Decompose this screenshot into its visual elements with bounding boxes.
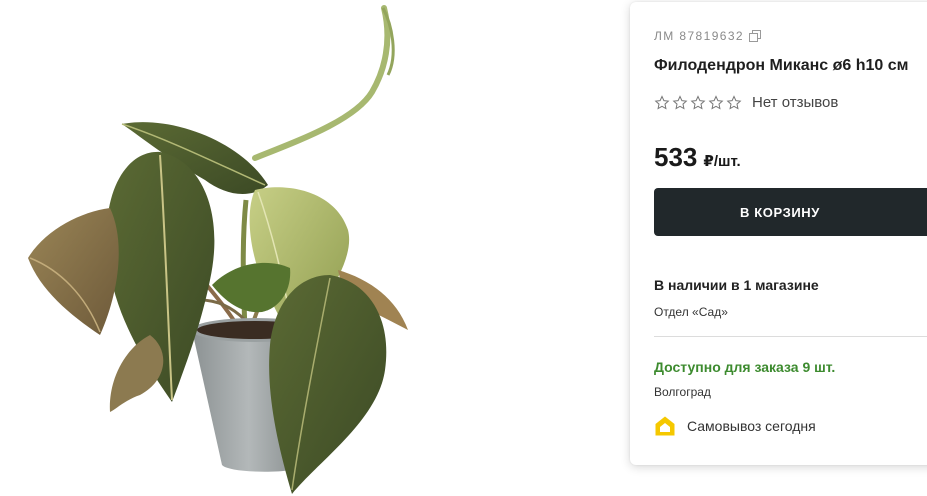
star-outline-icon bbox=[654, 94, 670, 111]
article-number: ЛМ 87819632 bbox=[654, 29, 761, 43]
order-city: Волгоград bbox=[654, 385, 711, 399]
order-availability: Доступно для заказа 9 шт. bbox=[654, 359, 836, 375]
price-value: 533 bbox=[654, 142, 698, 172]
product-image[interactable] bbox=[0, 0, 560, 496]
add-to-cart-button[interactable]: В КОРЗИНУ bbox=[654, 188, 927, 236]
rating[interactable]: Нет отзывов bbox=[654, 94, 838, 111]
star-outline-icon bbox=[690, 94, 706, 111]
star-outline-icon bbox=[726, 94, 742, 111]
pickup-label: Самовывоз сегодня bbox=[687, 418, 816, 434]
price: 533 ₽/шт. bbox=[654, 142, 741, 173]
product-card: ЛМ 87819632 Филодендрон Миканс ø6 h10 см bbox=[630, 2, 927, 465]
plant-illustration bbox=[28, 5, 408, 494]
product-title: Филодендрон Миканс ø6 h10 см bbox=[654, 57, 909, 74]
house-pickup-icon bbox=[654, 415, 676, 437]
divider bbox=[654, 336, 927, 337]
reviews-link[interactable]: Нет отзывов bbox=[752, 94, 838, 111]
star-outline-icon bbox=[708, 94, 724, 111]
star-outline-icon bbox=[672, 94, 688, 111]
article-text: ЛМ 87819632 bbox=[654, 29, 744, 43]
stock-department: Отдел «Сад» bbox=[654, 305, 728, 319]
price-unit: ₽/шт. bbox=[703, 153, 741, 170]
product-page: ЛМ 87819632 Филодендрон Миканс ø6 h10 см bbox=[0, 0, 927, 496]
copy-icon[interactable] bbox=[749, 30, 761, 42]
pickup-option: Самовывоз сегодня bbox=[654, 415, 816, 437]
stock-status[interactable]: В наличии в 1 магазине bbox=[654, 277, 819, 293]
